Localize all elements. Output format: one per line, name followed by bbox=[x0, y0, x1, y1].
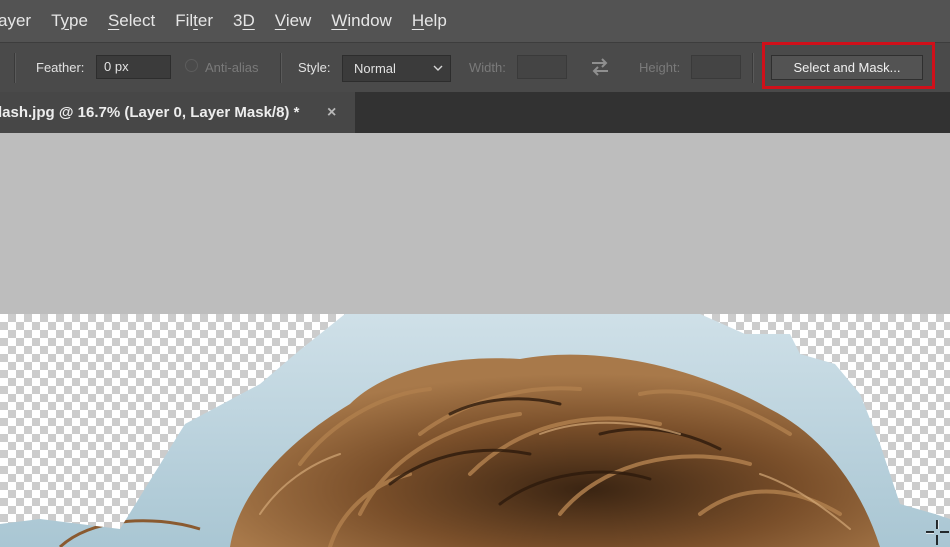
document-tab[interactable]: lash.jpg @ 16.7% (Layer 0, Layer Mask/8)… bbox=[0, 92, 355, 133]
style-value: Normal bbox=[354, 61, 396, 76]
chevron-down-icon bbox=[433, 65, 443, 71]
menu-item-help[interactable]: Help bbox=[412, 11, 447, 31]
anti-alias-label: Anti-alias bbox=[205, 60, 259, 75]
menu-item-ayer[interactable]: ayer bbox=[0, 11, 31, 31]
menu-item-type[interactable]: Type bbox=[51, 11, 88, 31]
divider bbox=[752, 53, 754, 83]
feather-input[interactable]: 0 px bbox=[96, 55, 171, 79]
swap-arrows-icon[interactable] bbox=[588, 56, 612, 78]
menu-item-filter[interactable]: Filter bbox=[175, 11, 213, 31]
width-label: Width: bbox=[469, 60, 506, 75]
document-tab-bar: lash.jpg @ 16.7% (Layer 0, Layer Mask/8)… bbox=[0, 92, 950, 133]
pasteboard bbox=[0, 133, 950, 315]
divider bbox=[280, 53, 282, 83]
close-icon[interactable]: × bbox=[327, 92, 336, 133]
photo-layer bbox=[0, 314, 950, 547]
anti-alias-checkbox[interactable] bbox=[185, 59, 198, 72]
crosshair-cursor-icon bbox=[926, 520, 949, 545]
style-label: Style: bbox=[298, 60, 331, 75]
height-input[interactable] bbox=[691, 55, 741, 79]
menu-item-select[interactable]: Select bbox=[108, 11, 155, 31]
width-input[interactable] bbox=[517, 55, 567, 79]
menu-item-window[interactable]: Window bbox=[331, 11, 391, 31]
document-tab-title: lash.jpg @ 16.7% (Layer 0, Layer Mask/8)… bbox=[0, 104, 300, 121]
menu-item-view[interactable]: View bbox=[275, 11, 312, 31]
select-and-mask-button[interactable]: Select and Mask... bbox=[771, 55, 923, 80]
menu-bar: ayer Type Select Filter 3D View Window Help bbox=[0, 0, 950, 42]
height-label: Height: bbox=[639, 60, 681, 75]
menu-item-3d[interactable]: 3D bbox=[233, 11, 255, 31]
document-canvas[interactable] bbox=[0, 314, 950, 547]
feather-label: Feather: bbox=[36, 60, 85, 75]
divider bbox=[14, 53, 16, 83]
style-select[interactable]: Normal bbox=[342, 55, 451, 82]
